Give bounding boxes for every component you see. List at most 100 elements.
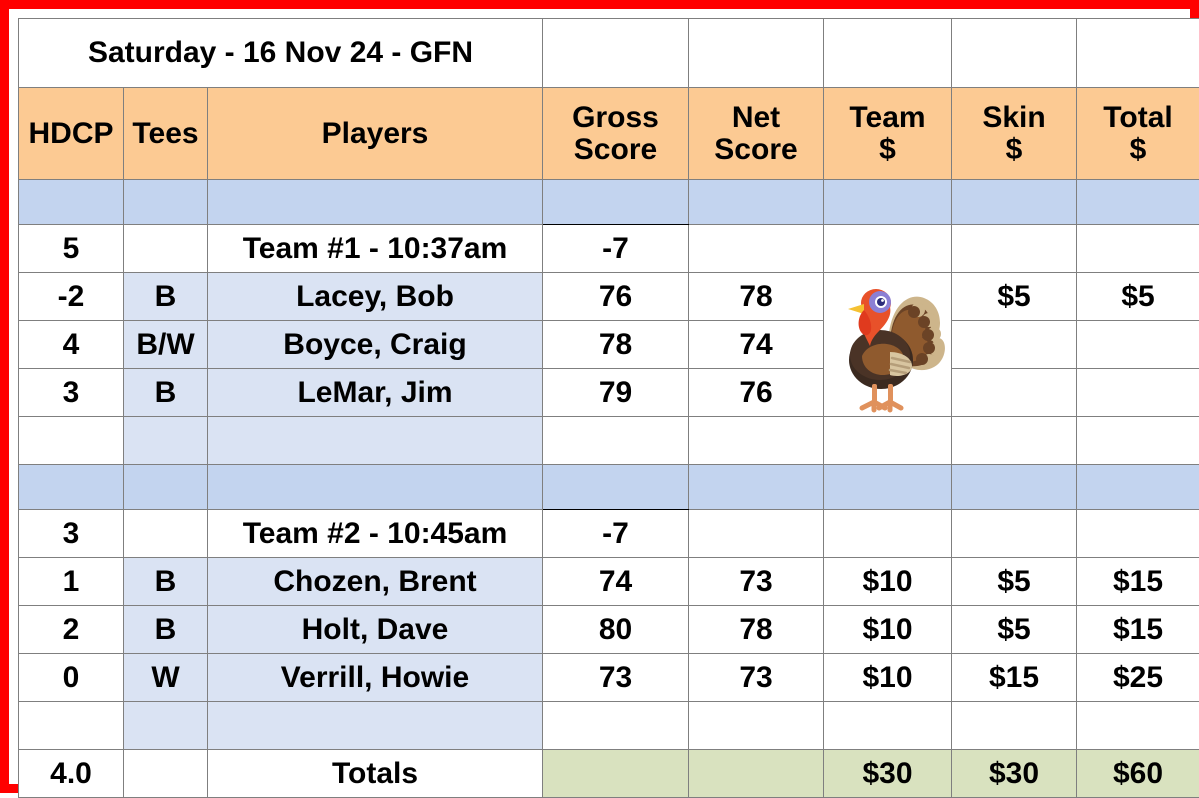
player-team-dollars: $10 — [824, 606, 952, 654]
band-cell — [1077, 180, 1199, 225]
title-blank-total — [1077, 19, 1199, 88]
totals-net — [689, 750, 824, 798]
player-tees: B — [124, 369, 208, 417]
header-gross-score: Gross Score — [543, 88, 689, 180]
column-header-row: HDCP Tees Players Gross Score Net Score … — [19, 88, 1199, 180]
spacer-cell — [824, 417, 952, 465]
player-net-score: 78 — [689, 273, 824, 321]
team-total-blank — [1077, 225, 1199, 273]
player-gross-score: 80 — [543, 606, 689, 654]
table-row: -2 B Lacey, Bob 76 78 — [19, 273, 1199, 321]
header-gross-line1: Gross — [572, 101, 659, 134]
header-team-dollars: Team $ — [824, 88, 952, 180]
player-gross-score: 74 — [543, 558, 689, 606]
player-skin-dollars — [952, 321, 1077, 369]
header-skin-line2: $ — [958, 134, 1070, 166]
spacer-cell — [824, 702, 952, 750]
title-blank-skin — [952, 19, 1077, 88]
header-tees: Tees — [124, 88, 208, 180]
player-total-dollars: $5 — [1077, 273, 1199, 321]
team-label: Team #1 - 10:37am — [208, 225, 543, 273]
totals-skin-dollars: $30 — [952, 750, 1077, 798]
sheet-title: Saturday - 16 Nov 24 - GFN — [19, 19, 543, 88]
team-header-row: 3 Team #2 - 10:45am -7 — [19, 510, 1199, 558]
team-net-blank — [689, 225, 824, 273]
player-gross-score: 73 — [543, 654, 689, 702]
header-net-line2: Score — [695, 134, 817, 166]
player-total-dollars: $15 — [1077, 558, 1199, 606]
band-row-2 — [19, 465, 1199, 510]
title-row: Saturday - 16 Nov 24 - GFN — [19, 19, 1199, 88]
player-net-score: 73 — [689, 558, 824, 606]
spacer-cell — [19, 417, 124, 465]
header-team-line2: $ — [830, 134, 945, 166]
player-skin-dollars: $5 — [952, 273, 1077, 321]
team-total-blank — [1077, 510, 1199, 558]
team-label: Team #2 - 10:45am — [208, 510, 543, 558]
player-total-dollars — [1077, 321, 1199, 369]
band-cell — [19, 180, 124, 225]
table-row: 0 W Verrill, Howie 73 73 $10 $15 $25 — [19, 654, 1199, 702]
spacer-cell — [124, 417, 208, 465]
player-hdcp: 0 — [19, 654, 124, 702]
player-tees: B — [124, 606, 208, 654]
band-cell — [124, 465, 208, 510]
spacer-cell — [952, 702, 1077, 750]
turkey-illustration — [828, 276, 948, 414]
team-hdcp: 3 — [19, 510, 124, 558]
player-gross-score: 79 — [543, 369, 689, 417]
spacer-cell — [952, 417, 1077, 465]
player-net-score: 76 — [689, 369, 824, 417]
band-row-1 — [19, 180, 1199, 225]
totals-tees-blank — [124, 750, 208, 798]
header-skin-line1: Skin — [982, 101, 1045, 134]
team-skin-blank — [952, 510, 1077, 558]
band-cell — [689, 180, 824, 225]
totals-hdcp: 4.0 — [19, 750, 124, 798]
team-net-blank — [689, 510, 824, 558]
player-skin-dollars: $5 — [952, 558, 1077, 606]
band-cell — [1077, 465, 1199, 510]
player-hdcp: 4 — [19, 321, 124, 369]
player-name: LeMar, Jim — [208, 369, 543, 417]
band-cell — [208, 465, 543, 510]
player-gross-score: 76 — [543, 273, 689, 321]
band-cell — [543, 180, 689, 225]
team-header-row: 5 Team #1 - 10:37am -7 — [19, 225, 1199, 273]
player-total-dollars: $25 — [1077, 654, 1199, 702]
player-total-dollars: $15 — [1077, 606, 1199, 654]
header-gross-line2: Score — [549, 134, 682, 166]
header-net-line1: Net — [732, 101, 780, 134]
spacer-cell — [19, 702, 124, 750]
header-net-score: Net Score — [689, 88, 824, 180]
spacer-cell — [1077, 702, 1199, 750]
player-total-dollars — [1077, 369, 1199, 417]
header-total-dollars: Total $ — [1077, 88, 1199, 180]
team-tees-blank — [124, 510, 208, 558]
player-name: Lacey, Bob — [208, 273, 543, 321]
player-skin-dollars — [952, 369, 1077, 417]
player-tees: B — [124, 273, 208, 321]
band-cell — [124, 180, 208, 225]
player-tees: W — [124, 654, 208, 702]
band-cell — [824, 465, 952, 510]
player-name: Holt, Dave — [208, 606, 543, 654]
title-blank-gross — [543, 19, 689, 88]
turkey-icon — [824, 273, 952, 417]
totals-gross — [543, 750, 689, 798]
team-dollars-blank — [824, 510, 952, 558]
player-tees: B/W — [124, 321, 208, 369]
header-skin-dollars: Skin $ — [952, 88, 1077, 180]
table-row: 2 B Holt, Dave 80 78 $10 $5 $15 — [19, 606, 1199, 654]
spacer-cell — [1077, 417, 1199, 465]
band-cell — [19, 465, 124, 510]
header-players: Players — [208, 88, 543, 180]
totals-row: 4.0 Totals $30 $30 $60 — [19, 750, 1199, 798]
spacer-row — [19, 702, 1199, 750]
table-row: 4 B/W Boyce, Craig 78 74 — [19, 321, 1199, 369]
player-net-score: 78 — [689, 606, 824, 654]
title-blank-team — [824, 19, 952, 88]
scorecard-body: Saturday - 16 Nov 24 - GFN HDCP Tees Pla… — [19, 19, 1199, 798]
header-total-line1: Total — [1103, 101, 1172, 134]
player-net-score: 74 — [689, 321, 824, 369]
